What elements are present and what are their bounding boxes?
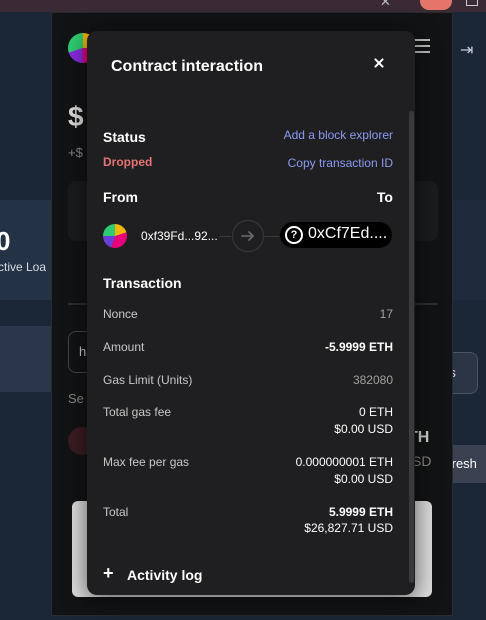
gas-limit-value: 382080 [352, 373, 393, 387]
from-avatar [103, 224, 127, 248]
menu-icon[interactable] [414, 39, 430, 57]
total-eth: 5.9999 ETH [328, 505, 393, 519]
background-stats-card: 0 ctive Loa [0, 200, 52, 300]
total-gas-fee-usd: $0.00 USD [334, 422, 393, 436]
balance-change: +$ [68, 145, 83, 160]
background-card-right [450, 200, 486, 300]
to-label: To [376, 189, 393, 205]
question-icon: ? [285, 226, 303, 244]
arrow-line [263, 236, 279, 237]
nonce-label: Nonce [103, 307, 138, 321]
from-address[interactable]: 0xf39Fd...92... [141, 229, 218, 243]
amount-label: Amount [103, 340, 145, 354]
total-usd: $26,827.71 USD [304, 521, 393, 535]
window-icon[interactable] [466, 0, 478, 6]
scrollbar[interactable] [409, 111, 414, 583]
total-label: Total [103, 505, 129, 519]
max-fee-eth: 0.000000001 ETH [295, 455, 393, 469]
status-badge: Dropped [103, 155, 153, 169]
balance-value: $ [68, 101, 84, 132]
plus-icon: + [103, 563, 114, 583]
background-row [0, 326, 52, 392]
arrow-line [219, 236, 231, 237]
browser-top-bar: ✕ [0, 0, 486, 12]
profile-chip[interactable] [420, 0, 452, 10]
total-gas-fee-label: Total gas fee [103, 405, 172, 419]
stat-label: ctive Loa [0, 260, 47, 274]
stat-value: 0 [0, 226, 11, 256]
to-address-pill[interactable]: ? 0xCf7Ed.... [280, 222, 392, 248]
add-block-explorer-link[interactable]: Add a block explorer [284, 128, 393, 142]
modal-title: Contract interaction [111, 58, 264, 75]
close-tab-icon[interactable]: ✕ [380, 0, 391, 10]
arrow-right-icon [232, 220, 264, 252]
activity-log-label: Activity log [127, 567, 203, 583]
from-label: From [103, 189, 138, 205]
status-label: Status [103, 129, 146, 145]
transaction-heading: Transaction [103, 275, 182, 291]
contract-interaction-modal: Contract interaction Status Add a block … [87, 31, 415, 595]
total-gas-fee-eth: 0 ETH [358, 405, 393, 419]
max-fee-label: Max fee per gas [103, 455, 190, 469]
max-fee-usd: $0.00 USD [334, 472, 393, 486]
close-icon[interactable] [371, 55, 387, 71]
amount-value: -5.9999 ETH [324, 340, 393, 354]
search-hint: Se [68, 391, 84, 406]
to-address: 0xCf7Ed.... [308, 225, 388, 242]
logout-icon[interactable]: ⇥ [460, 40, 473, 60]
copy-transaction-id-link[interactable]: Copy transaction ID [288, 156, 393, 170]
gas-limit-label: Gas Limit (Units) [103, 373, 193, 387]
nonce-value: 17 [379, 307, 393, 321]
